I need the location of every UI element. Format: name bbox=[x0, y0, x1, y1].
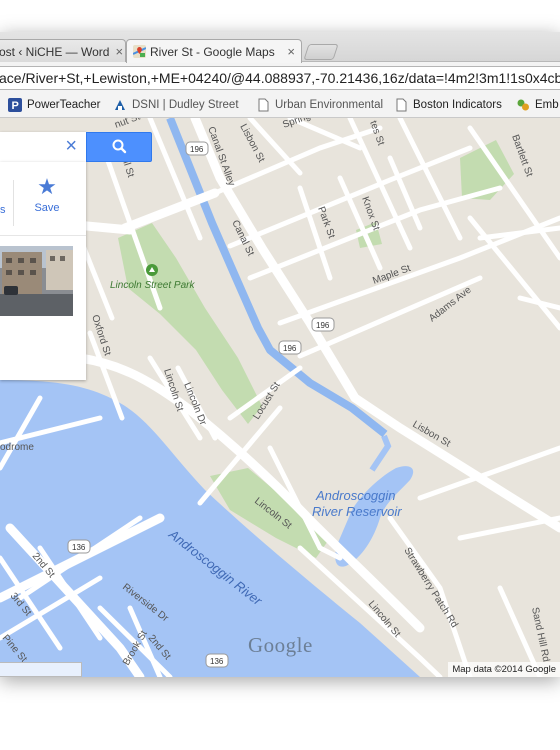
close-tab-icon[interactable]: × bbox=[281, 44, 295, 59]
new-tab-button[interactable] bbox=[303, 44, 339, 60]
bookmark-label: Urban Environmental bbox=[275, 99, 384, 111]
bookmark-label: Boston Indicators bbox=[413, 99, 502, 111]
directions-button[interactable]: s bbox=[0, 204, 6, 216]
route-196-shield: 196 bbox=[311, 317, 335, 332]
svg-text:136: 136 bbox=[72, 543, 86, 552]
bookmark-label: Emb bbox=[535, 99, 559, 111]
reservoir-channel bbox=[369, 434, 392, 472]
bookmarks-bar: P PowerTeacher DSNI | Dudley Street Urba… bbox=[0, 94, 560, 118]
powerteacher-icon: P bbox=[8, 98, 22, 112]
place-actions: s ★ Save bbox=[0, 174, 86, 230]
park-pin-icon bbox=[146, 264, 158, 276]
svg-text:196: 196 bbox=[190, 145, 204, 154]
park-label: Lincoln Street Park bbox=[110, 280, 195, 291]
route-136-shield: 136 bbox=[205, 653, 229, 668]
route-136-shield: 136 bbox=[67, 539, 91, 554]
tab-title: ost ‹ NiCHE — Word bbox=[0, 44, 110, 59]
page-icon bbox=[256, 98, 270, 112]
svg-text:196: 196 bbox=[283, 344, 297, 353]
save-button[interactable]: ★ Save bbox=[14, 174, 80, 214]
search-icon bbox=[112, 139, 127, 154]
tab-strip: ost ‹ NiCHE — Word × River St - Google M… bbox=[0, 32, 560, 63]
place-panel: s ★ Save bbox=[0, 162, 86, 380]
page-icon bbox=[394, 98, 408, 112]
svg-text:196: 196 bbox=[316, 321, 330, 330]
browser-window: ost ‹ NiCHE — Word × River St - Google M… bbox=[0, 32, 560, 677]
map-attribution[interactable]: Map data ©2014 Google bbox=[448, 662, 560, 677]
address-bar[interactable]: ace/River+St,+Lewiston,+ME+04240/@44.088… bbox=[0, 66, 560, 90]
bookmark-label: DSNI | Dudley Street bbox=[132, 99, 239, 111]
street-label: Bartlett St bbox=[509, 133, 534, 178]
google-logo: Google bbox=[248, 633, 313, 657]
tab-google-maps[interactable]: River St - Google Maps × bbox=[126, 39, 302, 63]
close-tab-icon[interactable]: × bbox=[109, 44, 123, 59]
save-label: Save bbox=[34, 202, 60, 214]
reservoir-label: Androscoggin bbox=[315, 488, 396, 503]
reservoir-label: River Reservoir bbox=[312, 504, 402, 519]
divider bbox=[0, 235, 86, 236]
tab-title: River St - Google Maps bbox=[150, 44, 275, 59]
bookmark-dsni[interactable]: DSNI | Dudley Street bbox=[113, 98, 239, 112]
star-icon: ★ bbox=[37, 174, 57, 199]
street-label: odrome bbox=[0, 442, 34, 453]
svg-text:136: 136 bbox=[210, 657, 224, 666]
bookmark-urban-environmental[interactable]: Urban Environmental bbox=[256, 98, 383, 112]
route-196-shield: 196 bbox=[185, 141, 209, 156]
browser-toolbar: ace/River+St,+Lewiston,+ME+04240/@44.088… bbox=[0, 62, 560, 94]
puzzle-icon bbox=[516, 98, 530, 112]
place-photo[interactable] bbox=[0, 246, 73, 316]
bookmark-emb[interactable]: Emb bbox=[516, 98, 559, 112]
route-196-shield: 196 bbox=[278, 340, 302, 355]
tab-niche[interactable]: ost ‹ NiCHE — Word × bbox=[0, 39, 126, 63]
search-input[interactable]: × bbox=[0, 132, 86, 162]
scale-bar bbox=[0, 662, 82, 677]
google-maps-favicon-icon bbox=[132, 45, 147, 58]
bookmark-boston-indicators[interactable]: Boston Indicators bbox=[394, 98, 502, 112]
street-label: Park St bbox=[315, 205, 337, 240]
bookmark-powerteacher[interactable]: P PowerTeacher bbox=[8, 98, 101, 112]
clear-search-icon[interactable]: × bbox=[65, 136, 77, 156]
dsni-icon bbox=[113, 98, 127, 112]
search-button[interactable] bbox=[86, 132, 152, 162]
bookmark-label: PowerTeacher bbox=[27, 99, 101, 111]
map-canvas[interactable]: 196 196 196 136 136 Lincoln Street Park … bbox=[0, 118, 560, 677]
street-label: nut St bbox=[113, 118, 142, 131]
svg-text:P: P bbox=[12, 100, 19, 112]
